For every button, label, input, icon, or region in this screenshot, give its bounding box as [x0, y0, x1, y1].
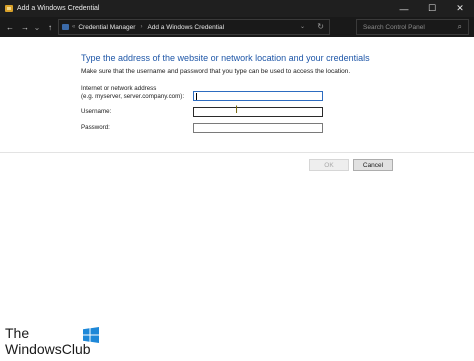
page-description: Make sure that the username and password…: [81, 68, 351, 75]
watermark-logo: The WindowsClub: [5, 326, 125, 358]
breadcrumb-credential-manager[interactable]: Credential Manager: [78, 24, 135, 31]
watermark-text-line2: WindowsClub: [5, 341, 91, 357]
text-caret: [196, 93, 197, 100]
text-cursor-icon: I: [235, 104, 239, 116]
page-title: Type the address of the website or netwo…: [81, 53, 370, 63]
refresh-icon[interactable]: ↻: [317, 22, 324, 31]
breadcrumb-overflow[interactable]: «: [72, 24, 75, 30]
up-arrow-icon[interactable]: ↑: [44, 19, 56, 35]
watermark-text-line1: The: [5, 325, 30, 341]
address-label-line1: Internet or network address: [81, 85, 157, 92]
forward-arrow-icon[interactable]: →: [19, 19, 31, 35]
address-bar[interactable]: « Credential Manager › Add a Windows Cre…: [58, 19, 330, 35]
breadcrumb-separator-icon[interactable]: ›: [140, 24, 142, 30]
credential-manager-icon: [5, 5, 13, 12]
username-field[interactable]: [193, 107, 323, 117]
search-icon[interactable]: ⌕: [458, 22, 462, 32]
recent-locations-chevron-icon[interactable]: ⌄: [31, 19, 43, 35]
password-label: Password:: [81, 124, 110, 131]
search-placeholder: Search Control Panel: [363, 23, 425, 31]
ok-button[interactable]: OK: [309, 159, 349, 171]
credential-form: Type the address of the website or netwo…: [0, 37, 474, 361]
username-label: Username:: [81, 108, 112, 115]
minimize-button[interactable]: —: [390, 0, 418, 17]
title-bar: Add a Windows Credential — ☐ ✕: [0, 0, 474, 17]
control-panel-icon: [62, 24, 69, 30]
password-field[interactable]: [193, 123, 323, 133]
cancel-button[interactable]: Cancel: [353, 159, 393, 171]
maximize-button[interactable]: ☐: [418, 0, 446, 17]
network-address-field[interactable]: [193, 91, 323, 101]
breadcrumb-add-windows-credential[interactable]: Add a Windows Credential: [147, 24, 224, 31]
divider: [0, 152, 474, 153]
close-button[interactable]: ✕: [446, 0, 474, 17]
window-title: Add a Windows Credential: [17, 5, 100, 12]
address-label: Internet or network address (e.g. myserv…: [81, 85, 184, 101]
address-label-line2: (e.g. myserver, server.company.com):: [81, 93, 185, 100]
navigation-bar: ← → ⌄ ↑ « Credential Manager › Add a Win…: [0, 17, 474, 37]
address-dropdown-chevron-icon[interactable]: ⌄: [300, 23, 305, 30]
back-arrow-icon[interactable]: ←: [4, 19, 16, 35]
search-input[interactable]: Search Control Panel ⌕: [356, 19, 469, 35]
